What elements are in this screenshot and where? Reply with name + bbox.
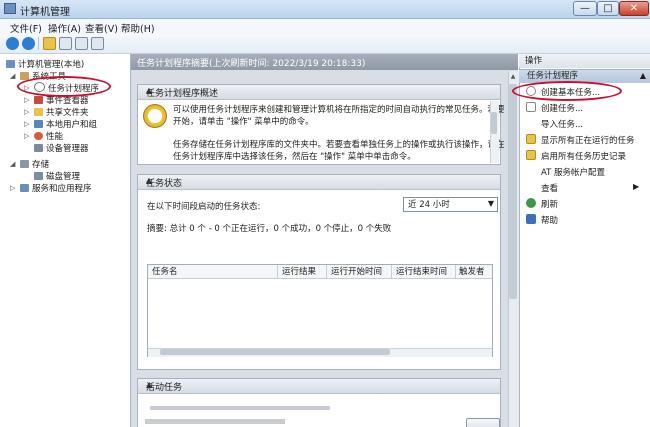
menu-action[interactable]: 操作(A) [48,21,81,35]
menu-help[interactable]: 帮助(H) [121,21,155,35]
collapse-arrow-icon[interactable]: ▲ [146,86,495,95]
title-bar: 计算机管理 — □ ✕ [0,0,650,19]
help-icon[interactable] [75,37,88,50]
maximize-button[interactable]: □ [597,1,619,16]
tree-services-apps[interactable]: 服务和应用程序 [20,182,92,194]
overview-scroll-thumb[interactable] [491,112,497,134]
computer-management-icon [4,3,16,14]
overview-text-4: 任务计划程序库中选择该任务，然后在 "操作" 菜单中单击命令。 [173,152,416,162]
status-period-label: 在以下时间段启动的任务状态: [147,202,261,212]
minimize-button[interactable]: — [573,1,597,16]
scroll-up-icon[interactable]: ▲ [509,73,517,81]
shared-folder-icon [34,108,43,116]
center-header: 任务计划程序摘要(上次刷新时间: 2022/3/19 20:18:33) [131,54,518,70]
clock-icon [143,104,167,128]
action-show-running[interactable]: 显示所有正在运行的任务 [541,134,635,146]
toolbar [0,34,650,54]
event-viewer-icon [34,96,43,104]
collapse-arrow-icon[interactable]: ▲ [146,380,495,389]
annotation-highlight-oval [17,76,111,97]
status-summary: 摘要: 总计 0 个 - 0 个正在运行，0 个成功，0 个停止，0 个失败 [147,224,392,234]
col-run-end[interactable]: 运行结束时间 [396,266,447,278]
tree-shared-folders[interactable]: 共享文件夹 [34,106,89,118]
up-folder-icon[interactable] [43,37,56,50]
collapse-icon[interactable]: ◢ [10,72,15,80]
tree-disk-management[interactable]: 磁盘管理 [34,170,80,182]
device-manager-icon [34,144,43,152]
window-title: 计算机管理 [20,7,70,18]
overview-text-3: 任务存储在任务计划程序库的文件夹中。若要查看单独任务上的操作或执行该操作，请在 [173,140,505,150]
services-icon [20,184,29,192]
show-hide-console-tree-icon[interactable] [59,37,72,50]
actions-pane [519,54,650,427]
expand-icon[interactable]: ▷ [24,120,29,128]
center-scroll-thumb[interactable] [509,84,517,299]
tree-performance[interactable]: 性能 [34,130,63,142]
collapse-icon[interactable]: ◢ [10,160,15,168]
close-button[interactable]: ✕ [619,1,649,16]
action-view[interactable]: 查看 [541,182,558,194]
refresh-button[interactable] [466,418,500,427]
task-status-header[interactable]: 任务状态 ▲ [138,175,500,190]
col-run-result[interactable]: 运行结果 [282,266,316,278]
forward-icon[interactable] [22,37,35,50]
users-icon [34,120,43,128]
performance-icon [34,132,43,140]
back-icon[interactable] [6,37,19,50]
action-enable-history[interactable]: 启用所有任务历史记录 [541,150,626,162]
col-run-start[interactable]: 运行开始时间 [331,266,382,278]
expand-icon[interactable]: ▷ [24,132,29,140]
history-icon [526,150,536,160]
annotation-highlight-oval [512,81,622,101]
refresh-icon [526,198,536,208]
expand-icon[interactable]: ▷ [24,108,29,116]
collapse-arrow-icon[interactable]: ▲ [640,71,646,80]
tree-local-users[interactable]: 本地用户和组 [34,118,97,130]
action-refresh[interactable]: 刷新 [541,198,558,210]
expand-icon[interactable]: ▷ [10,184,15,192]
disk-icon [34,172,43,180]
help-icon [526,214,536,224]
period-select[interactable]: 近 24 小时 ▼ [403,197,498,212]
menu-bar: 文件(F) 操作(A) 查看(V) 帮助(H) [0,19,650,35]
action-create-task[interactable]: 创建任务... [541,102,583,114]
tree-storage[interactable]: 存储 [20,158,49,170]
action-at-config[interactable]: AT 服务帐户配置 [541,166,605,178]
menu-view[interactable]: 查看(V) [85,21,118,35]
tree-device-manager[interactable]: 设备管理器 [34,142,89,154]
menu-file[interactable]: 文件(F) [10,21,42,35]
table-hscroll-thumb[interactable] [160,349,390,355]
partially-visible-text [150,406,330,410]
new-task-icon [526,102,536,112]
action-import-task[interactable]: 导入任务... [541,118,583,130]
submenu-arrow-icon: ▶ [633,182,640,191]
running-tasks-icon [526,134,536,144]
collapse-arrow-icon[interactable]: ▲ [146,176,495,185]
tree-root[interactable]: 计算机管理(本地) [6,58,84,70]
computer-icon [6,60,15,68]
show-hide-action-pane-icon[interactable] [91,37,104,50]
overview-header[interactable]: 任务计划程序概述 ▲ [138,85,500,100]
storage-icon [20,160,29,168]
active-tasks-header[interactable]: 活动任务 ▲ [138,379,500,394]
expand-icon[interactable]: ▷ [24,96,29,104]
partially-visible-text [145,419,285,424]
col-task-name[interactable]: 任务名 [152,266,178,278]
action-help[interactable]: 帮助 [541,214,558,226]
col-triggered-by[interactable]: 触发者 [459,266,485,278]
dropdown-arrow-icon: ▼ [487,199,494,208]
actions-header: 操作 [519,54,650,68]
overview-text-2: 开始，请单击 "操作" 菜单中的命令。 [173,117,314,127]
overview-text-1: 可以使用任务计划程序来创建和管理计算机将在所指定的时间自动执行的常见任务。若要 [173,105,505,115]
